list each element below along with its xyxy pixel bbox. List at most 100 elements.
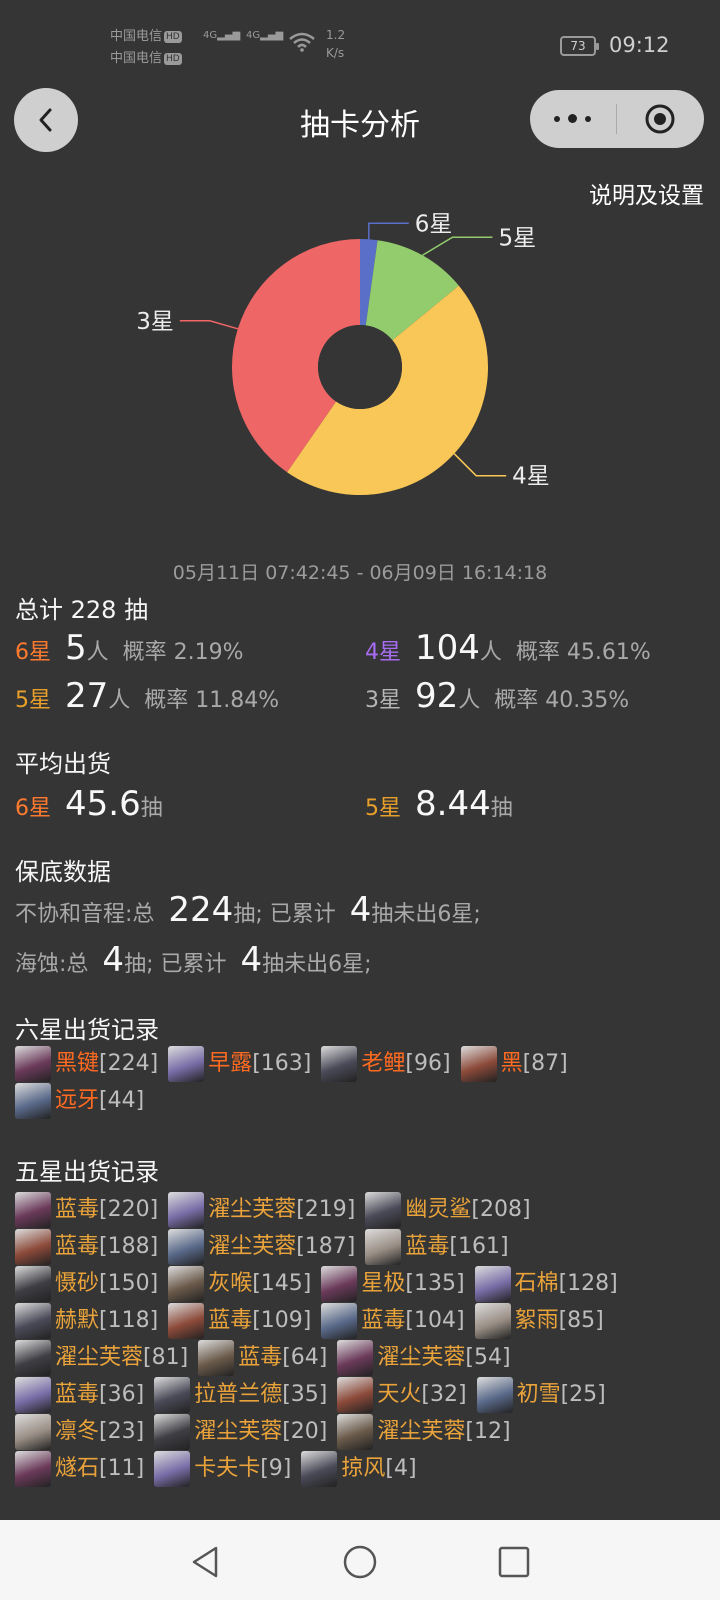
six-star-record: 远牙[44] — [15, 1083, 144, 1119]
pull-count: [20] — [282, 1419, 328, 1444]
six-star-record: 老鲤[96] — [321, 1046, 451, 1082]
five-star-record: 慑砂[150] — [15, 1266, 158, 1302]
pie-leader-line — [368, 222, 409, 240]
operator-name: 天火 — [377, 1382, 422, 1407]
operator-avatar — [365, 1229, 402, 1265]
nav-recents-icon[interactable] — [494, 1542, 534, 1582]
five-star-line: 蓝毒[188] 濯尘芙蓉[187] 蓝毒[161] — [15, 1229, 519, 1265]
pull-count: [44] — [99, 1088, 145, 1113]
pull-count: [96] — [405, 1051, 451, 1076]
operator-name: 凛冬 — [55, 1419, 100, 1444]
operator-name: 濯尘芙蓉 — [377, 1345, 466, 1370]
operator-avatar — [337, 1414, 374, 1450]
avg-title: 平均出货 — [15, 750, 111, 778]
pull-count: [188] — [99, 1234, 159, 1259]
pull-count: [32] — [421, 1382, 467, 1407]
pull-count: [150] — [99, 1271, 159, 1296]
pull-count: [85] — [558, 1308, 604, 1333]
operator-avatar — [301, 1451, 338, 1487]
five-star-record: 濯尘芙蓉[12] — [337, 1414, 511, 1450]
nav-home-icon[interactable] — [340, 1542, 380, 1582]
operator-avatar — [15, 1414, 51, 1450]
signal-icon: 4G▂▄▆ — [203, 30, 241, 41]
pull-count: [25] — [560, 1382, 606, 1407]
avg-6star: 6星 45.6抽 — [15, 784, 163, 824]
miniapp-capsule — [530, 90, 704, 148]
six-star-record: 黑[87] — [460, 1046, 568, 1082]
operator-name: 蓝毒 — [55, 1197, 100, 1222]
pie-label: 4星 — [512, 464, 550, 490]
pull-count: [104] — [405, 1308, 465, 1333]
more-icon[interactable] — [550, 108, 598, 130]
pull-count: [219] — [296, 1197, 356, 1222]
operator-avatar — [168, 1046, 205, 1082]
operator-avatar — [321, 1303, 358, 1339]
operator-avatar — [15, 1229, 51, 1265]
operator-avatar — [168, 1192, 205, 1228]
operator-avatar — [154, 1377, 191, 1413]
five-star-record: 絮雨[85] — [474, 1303, 604, 1339]
operator-name: 老鲤 — [361, 1051, 406, 1076]
pull-count: [54] — [465, 1345, 511, 1370]
pull-count: [4] — [385, 1456, 417, 1481]
operator-avatar — [337, 1340, 374, 1376]
five-star-record: 蓝毒[109] — [168, 1303, 311, 1339]
carrier-info: 中国电信 HD 中国电信 HD — [110, 29, 182, 66]
five-star-record: 卡夫卡[9] — [154, 1451, 291, 1487]
operator-name: 濯尘芙蓉 — [55, 1345, 144, 1370]
operator-name: 蓝毒 — [55, 1382, 100, 1407]
operator-avatar — [321, 1046, 358, 1082]
operator-name: 蓝毒 — [405, 1234, 450, 1259]
clock: 09:12 — [609, 33, 670, 57]
operator-name: 拉普兰德 — [194, 1382, 283, 1407]
status-bar: 中国电信 HD 中国电信 HD 4G▂▄▆ 4G▂▄▆ 1.2 K/s 73 09:… — [0, 0, 720, 80]
pull-count: [12] — [465, 1419, 511, 1444]
five-star-record: 蓝毒[161] — [365, 1229, 509, 1265]
operator-avatar — [474, 1266, 511, 1302]
pull-count: [128] — [558, 1271, 618, 1296]
operator-avatar — [15, 1046, 51, 1082]
operator-avatar — [168, 1266, 205, 1302]
pull-count: [87] — [522, 1051, 568, 1076]
operator-avatar — [154, 1414, 191, 1450]
pie-chart-svg: 6星 5星 4星 3星 — [136, 211, 550, 495]
operator-name: 濯尘芙蓉 — [208, 1234, 297, 1259]
five-star-record: 濯尘芙蓉[54] — [337, 1340, 511, 1376]
pull-count: [11] — [99, 1456, 145, 1481]
operator-name: 幽灵鲨 — [405, 1197, 472, 1222]
system-nav-bar — [0, 1520, 720, 1600]
date-range: 05月11日 07:42:45 - 06月09日 16:14:18 — [172, 562, 548, 584]
operator-name: 初雪 — [516, 1382, 561, 1407]
pie-label: 3星 — [136, 309, 174, 335]
five-star-line: 凛冬[23] 濯尘芙蓉 [20] 濯尘芙蓉[12] — [15, 1414, 521, 1450]
operator-name: 赫默 — [55, 1308, 100, 1333]
five-star-record: 蓝毒[220] — [15, 1192, 158, 1228]
pull-count: [81] — [143, 1345, 189, 1370]
five-star-record: 幽灵鲨[208] — [365, 1192, 531, 1228]
six-star-record: 早露[163] — [168, 1046, 311, 1082]
pull-count: [135] — [405, 1271, 465, 1296]
operator-avatar — [15, 1083, 51, 1119]
operator-avatar — [15, 1377, 51, 1413]
operator-avatar — [460, 1046, 497, 1082]
five-star-line: 赫默[118] 蓝毒[109] 蓝毒[104] 絮雨[85] — [15, 1303, 614, 1339]
pull-count: [187] — [296, 1234, 356, 1259]
pull-count: [145] — [252, 1271, 312, 1296]
nav-back-icon[interactable] — [186, 1542, 226, 1582]
operator-name: 蓝毒 — [238, 1345, 283, 1370]
five-star-record: 石棉[128] — [474, 1266, 618, 1302]
operator-name: 濯尘芙蓉 — [377, 1419, 466, 1444]
five-star-record: 赫默[118] — [15, 1303, 158, 1339]
five-star-title: 五星出货记录 — [15, 1158, 159, 1186]
wifi-icon — [289, 32, 315, 52]
operator-avatar — [198, 1340, 235, 1376]
five-star-record: 蓝毒[188] — [15, 1229, 158, 1265]
pull-count: [118] — [99, 1308, 159, 1333]
operator-avatar — [15, 1192, 51, 1228]
battery-icon: 73 — [560, 36, 599, 56]
pull-count: [36] — [99, 1382, 145, 1407]
close-miniapp-icon[interactable] — [644, 103, 676, 135]
pull-count: [9] — [260, 1456, 292, 1481]
pull-count: [23] — [99, 1419, 145, 1444]
five-star-record: 天火[32] — [337, 1377, 467, 1413]
